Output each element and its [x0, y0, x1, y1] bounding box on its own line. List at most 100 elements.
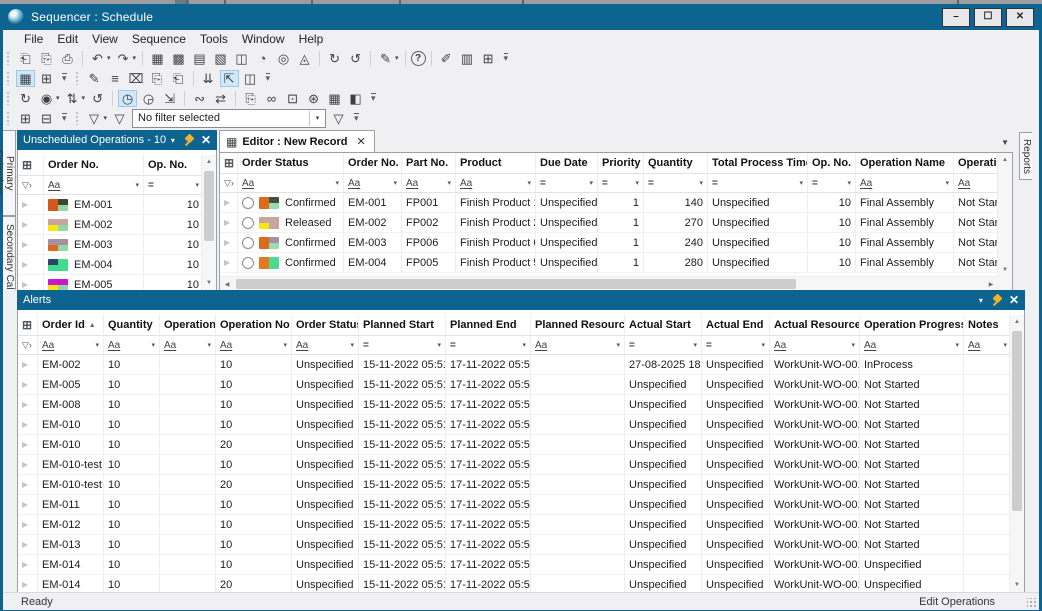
field-chooser-icon[interactable]: ⊞ — [22, 318, 32, 332]
order-id-cell[interactable]: EM-010-test — [38, 455, 104, 474]
unscheduled-panel-header[interactable]: Unscheduled Operations - 10... ▾ ✕ — [17, 130, 217, 150]
redo-dropdown-icon[interactable]: ▾ — [133, 54, 137, 62]
refresh-button[interactable]: ↻ — [16, 90, 35, 107]
unscheduled-row[interactable]: ▶EM-00310 — [18, 235, 216, 255]
filter-quantity[interactable]: Aa▾ — [104, 336, 160, 354]
chevron-down-icon[interactable]: ▾ — [393, 179, 397, 187]
fit-view-button[interactable]: ⇱ — [220, 70, 239, 87]
row-radio-button[interactable] — [242, 237, 254, 249]
quantity-cell[interactable]: 10 — [104, 515, 160, 534]
column-header-planned-start[interactable]: Planned Start — [359, 315, 446, 335]
chevron-down-icon[interactable]: ▾ — [799, 179, 803, 187]
toolbar-overflow-button[interactable]: ▾ — [504, 53, 509, 63]
planned-end-cell[interactable]: 17-11-2022 05:51 — [446, 515, 531, 534]
operation-progress-cell[interactable]: Not Started — [860, 495, 964, 514]
chevron-down-icon[interactable]: ▾ — [207, 341, 211, 349]
operation-progress-cell[interactable]: Not Started — [860, 375, 964, 394]
planned-end-cell[interactable]: 17-11-2022 05:51 — [446, 535, 531, 554]
planned-start-cell[interactable]: 15-11-2022 05:51 — [359, 455, 446, 474]
alerts-panel-header[interactable]: Alerts ▾ ✕ — [17, 290, 1025, 310]
chevron-down-icon[interactable]: ▾ — [195, 181, 199, 189]
alerts-row[interactable]: ▶EM-010-test1010Unspecified15-11-2022 05… — [18, 455, 1024, 475]
actual-start-cell[interactable]: Unspecified — [625, 475, 702, 494]
part-no--cell[interactable]: FP006 — [402, 233, 456, 252]
scroll-thumb[interactable] — [236, 279, 796, 289]
field-chooser-icon[interactable]: ⊞ — [22, 158, 32, 172]
chevron-down-icon[interactable]: ▾ — [447, 179, 451, 187]
alerts-row[interactable]: ▶EM-0021010Unspecified15-11-2022 05:5117… — [18, 355, 1024, 375]
run-sequence-button[interactable]: ◉ — [37, 90, 56, 107]
expander-icon[interactable]: ▶ — [22, 200, 28, 209]
column-header-operation[interactable]: Operation — [160, 315, 216, 335]
alerts-row[interactable]: ▶EM-0141020Unspecified15-11-2022 05:5117… — [18, 575, 1024, 593]
scroll-thumb[interactable] — [1012, 331, 1022, 511]
alerts-row[interactable]: ▶EM-0141010Unspecified15-11-2022 05:5117… — [18, 555, 1024, 575]
column-header-quantity[interactable]: Quantity — [104, 315, 160, 335]
order-no--cell[interactable]: EM-002 — [344, 213, 402, 232]
actual-end-cell[interactable]: Unspecified — [702, 415, 770, 434]
op-no--cell[interactable]: 10 — [808, 253, 856, 272]
toolbar-overflow-button[interactable]: ▾ — [62, 73, 67, 83]
order-status-cell[interactable]: Unspecified — [292, 395, 359, 414]
column-header-order-status[interactable]: Order Status — [292, 315, 359, 335]
actual-resource-cell[interactable]: WorkUnit-WO-001 — [770, 575, 860, 593]
product-cell[interactable]: Finish Product 6 — [456, 233, 536, 252]
quantity-cell[interactable]: 280 — [644, 253, 708, 272]
planned-resource-cell[interactable] — [531, 555, 625, 574]
planned-end-cell[interactable]: 17-11-2022 05:51 — [446, 435, 531, 454]
operation-progress-cell[interactable]: Not Started — [860, 435, 964, 454]
close-button[interactable]: ✕ — [1006, 8, 1034, 27]
actual-start-cell[interactable]: Unspecified — [625, 535, 702, 554]
gauge-view-button[interactable]: ◔ — [253, 50, 272, 67]
chevron-down-icon[interactable]: ▾ — [955, 341, 959, 349]
row-expander-cell[interactable]: ▶ — [18, 235, 44, 254]
sort-dropdown-icon[interactable]: ▾ — [82, 94, 86, 102]
row-expander-cell[interactable]: ▶ — [18, 555, 38, 574]
save-button[interactable]: ⎙ — [58, 50, 77, 67]
notes-cell[interactable] — [964, 415, 1012, 434]
row-expander-cell[interactable]: ▶ — [220, 253, 238, 272]
actual-resource-cell[interactable]: WorkUnit-WO-001 — [770, 475, 860, 494]
planned-end-cell[interactable]: 17-11-2022 05:51 — [446, 495, 531, 514]
notes-cell[interactable] — [964, 395, 1012, 414]
chevron-down-icon[interactable]: ▾ — [527, 179, 531, 187]
quantity-cell[interactable]: 10 — [104, 355, 160, 374]
planned-start-cell[interactable]: 15-11-2022 05:51 — [359, 515, 446, 534]
part-no--cell[interactable]: FP005 — [402, 253, 456, 272]
field-chooser-cell[interactable]: ⊞ — [220, 153, 238, 173]
quantity-cell[interactable]: 10 — [104, 535, 160, 554]
quantity-cell[interactable]: 240 — [644, 233, 708, 252]
paste-record-button[interactable]: ⎗ — [169, 70, 188, 87]
order-status-cell[interactable]: Unspecified — [292, 435, 359, 454]
sidebar-tab-primary-calendars[interactable]: Primary Calendars — [3, 130, 16, 216]
clear-filter-button[interactable]: ▽ — [110, 110, 129, 127]
notes-cell[interactable] — [964, 555, 1012, 574]
chevron-down-icon[interactable]: ▾ — [589, 179, 593, 187]
column-header-planned-end[interactable]: Planned End — [446, 315, 531, 335]
order-id-cell[interactable]: EM-005 — [38, 375, 104, 394]
operation-no-cell[interactable]: 10 — [216, 535, 292, 554]
actual-end-cell[interactable]: Unspecified — [702, 375, 770, 394]
expander-icon[interactable]: ▶ — [22, 580, 28, 589]
actual-start-cell[interactable]: Unspecified — [625, 555, 702, 574]
notes-cell[interactable] — [964, 515, 1012, 534]
operation-cell[interactable] — [160, 355, 216, 374]
quantity-cell[interactable]: 10 — [104, 575, 160, 593]
operation-no-cell[interactable]: 10 — [216, 375, 292, 394]
calendar-edit-button[interactable]: ⊞ — [479, 50, 498, 67]
edit-tables-button[interactable]: ▥ — [458, 50, 477, 67]
expander-icon[interactable]: ▶ — [22, 420, 28, 429]
editor-row[interactable]: ▶ConfirmedEM-004FP005Finish Product 5Uns… — [220, 253, 1012, 273]
column-header-planned-resource[interactable]: Planned Resource — [531, 315, 625, 335]
product-cell[interactable]: Finish Product 5 — [456, 253, 536, 272]
priority-cell[interactable]: 1 — [598, 253, 644, 272]
operation-progress-cell[interactable]: Unspecified — [860, 555, 964, 574]
planned-resource-cell[interactable] — [531, 495, 625, 514]
actual-resource-cell[interactable]: WorkUnit-WO-001 — [770, 555, 860, 574]
chevron-down-icon[interactable]: ▾ — [350, 341, 354, 349]
actual-resource-cell[interactable]: WorkUnit-WO-001 — [770, 495, 860, 514]
chevron-down-icon[interactable]: ▾ — [151, 341, 155, 349]
chevron-down-icon[interactable]: ▾ — [635, 179, 639, 187]
planned-resource-cell[interactable] — [531, 515, 625, 534]
planned-start-cell[interactable]: 15-11-2022 05:51 — [359, 395, 446, 414]
